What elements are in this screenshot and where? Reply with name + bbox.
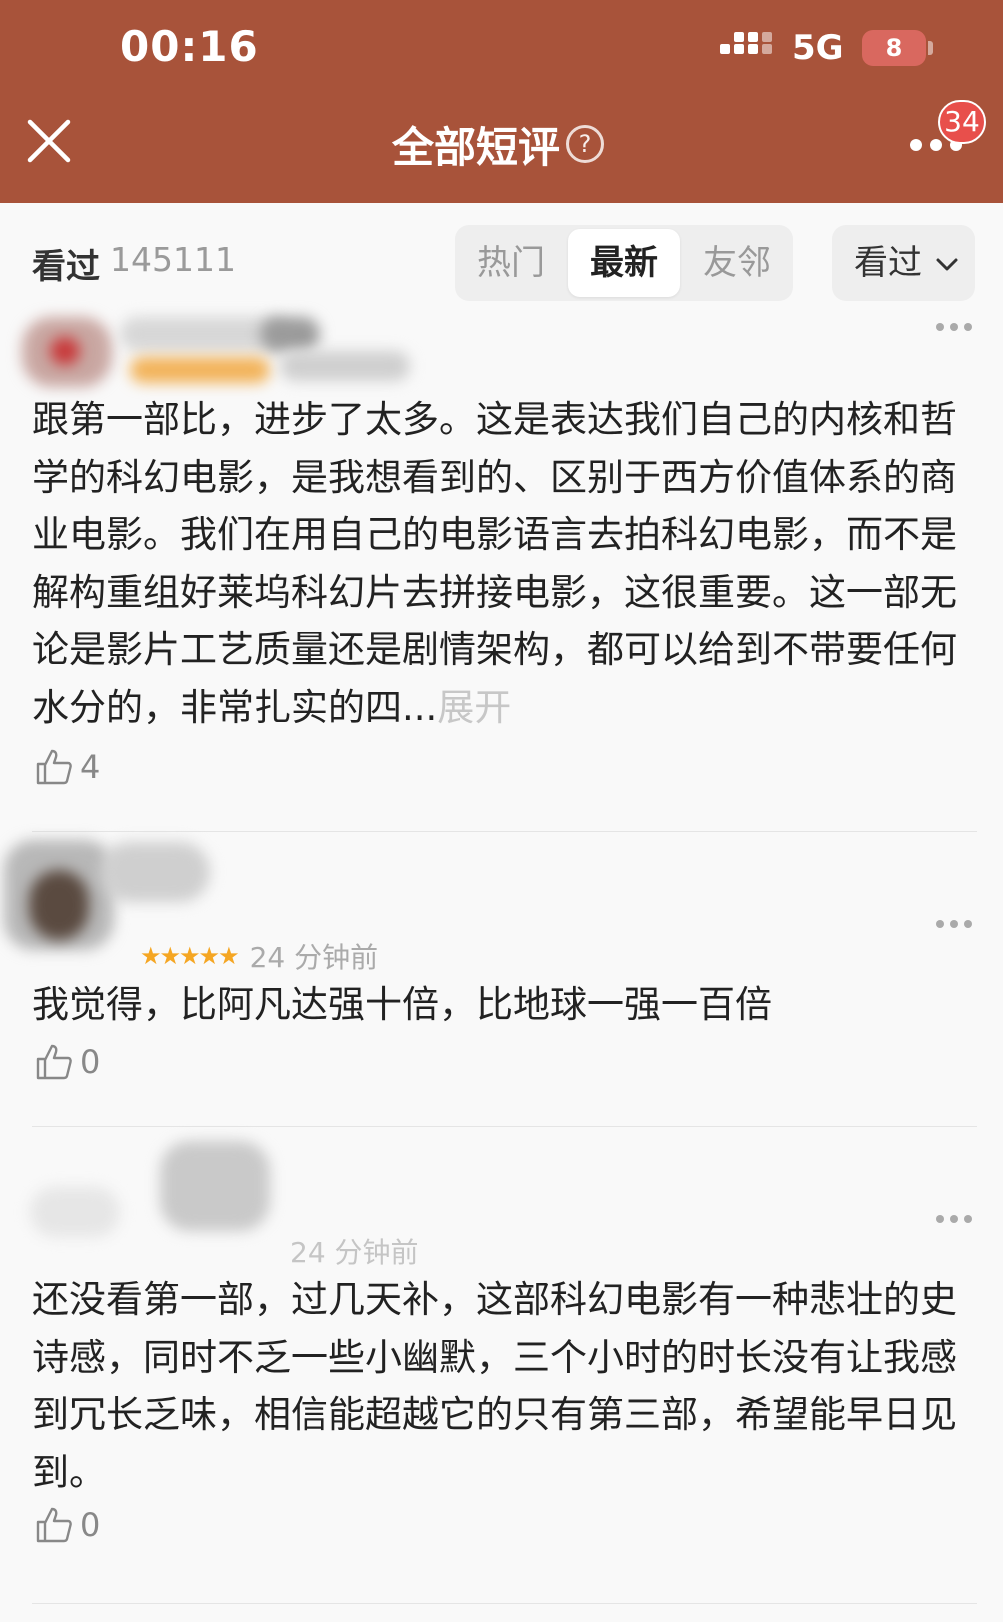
tab-friends[interactable]: 友邻: [681, 225, 793, 301]
review-meta: 24 分钟前: [290, 1231, 419, 1271]
avatar[interactable]: [30, 1147, 130, 1247]
username-blurred[interactable]: [100, 842, 210, 942]
close-button[interactable]: [26, 118, 72, 164]
tab-latest[interactable]: 最新: [568, 229, 680, 297]
review-more-button[interactable]: [934, 1215, 974, 1227]
like-count: 0: [80, 1506, 101, 1544]
seen-label: 看过: [32, 247, 100, 287]
help-icon[interactable]: ?: [566, 125, 605, 163]
review-item: 24 分钟前 还没看第一部，过几天补，这部科幻电影有一种悲壮的史诗感，同时不乏一…: [0, 1127, 1003, 1604]
review-more-button[interactable]: [934, 920, 974, 932]
like-button[interactable]: 0: [34, 1042, 100, 1082]
review-text: 我觉得，比阿凡达强十倍，比地球一强一百倍: [32, 983, 772, 1026]
signal-icon: [720, 32, 776, 66]
page-title-group: 全部短评 ?: [392, 116, 605, 172]
review-item: ★★★★★ 24 分钟前 我觉得，比阿凡达强十倍，比地球一强一百倍 0: [0, 832, 1003, 1127]
chevron-down-icon: [936, 258, 958, 271]
filter-bar: 看过 145111 热门 最新 友邻 看过: [0, 203, 1003, 317]
status-time: 00:16: [120, 22, 259, 71]
avatar[interactable]: [4, 840, 114, 950]
divider: [32, 1603, 977, 1604]
close-icon: [27, 119, 71, 163]
battery-icon: 8: [862, 30, 926, 66]
review-more-button[interactable]: [934, 323, 974, 335]
thumbs-up-icon: [36, 1507, 72, 1543]
review-time: 24 分钟前: [290, 1236, 419, 1269]
review-item: 跟第一部比，进步了太多。这是表达我们自己的内核和哲学的科幻电影，是我想看到的、区…: [0, 317, 1003, 832]
avatar[interactable]: [22, 317, 112, 387]
review-time: 24 分钟前: [249, 941, 379, 974]
network-label: 5G: [792, 28, 844, 68]
sort-tabs: 热门 最新 友邻: [455, 225, 793, 301]
like-button[interactable]: 4: [34, 747, 100, 787]
expand-link[interactable]: 展开: [437, 686, 511, 729]
page-title: 全部短评: [392, 122, 561, 172]
top-header: 00:16 5G 8 全部短评 ? 34: [0, 0, 1003, 203]
rating-stars: ★★★★★: [140, 942, 240, 970]
battery-tip: [928, 41, 933, 55]
review-text-content: 跟第一部比，进步了太多。这是表达我们自己的内核和哲学的科幻电影，是我想看到的、区…: [32, 398, 957, 729]
thumbs-up-icon: [36, 1044, 72, 1080]
tab-hot[interactable]: 热门: [455, 225, 567, 301]
review-text: 跟第一部比，进步了太多。这是表达我们自己的内核和哲学的科幻电影，是我想看到的、区…: [32, 391, 972, 736]
review-text: 还没看第一部，过几天补，这部科幻电影有一种悲壮的史诗感，同时不乏一些小幽默，三个…: [32, 1278, 957, 1494]
review-list: 跟第一部比，进步了太多。这是表达我们自己的内核和哲学的科幻电影，是我想看到的、区…: [0, 317, 1003, 1604]
review-meta: ★★★★★ 24 分钟前: [140, 936, 378, 976]
like-count: 4: [80, 748, 101, 786]
thumbs-up-icon: [36, 749, 72, 785]
username-blurred[interactable]: [120, 317, 420, 392]
seen-count: 145111: [110, 240, 236, 279]
like-button[interactable]: 0: [34, 1505, 100, 1545]
like-count: 0: [80, 1043, 101, 1081]
username-blurred[interactable]: [150, 1141, 290, 1241]
dropdown-label: 看过: [854, 243, 922, 283]
watched-filter-dropdown[interactable]: 看过: [832, 225, 975, 301]
notification-badge: 34: [938, 100, 986, 144]
